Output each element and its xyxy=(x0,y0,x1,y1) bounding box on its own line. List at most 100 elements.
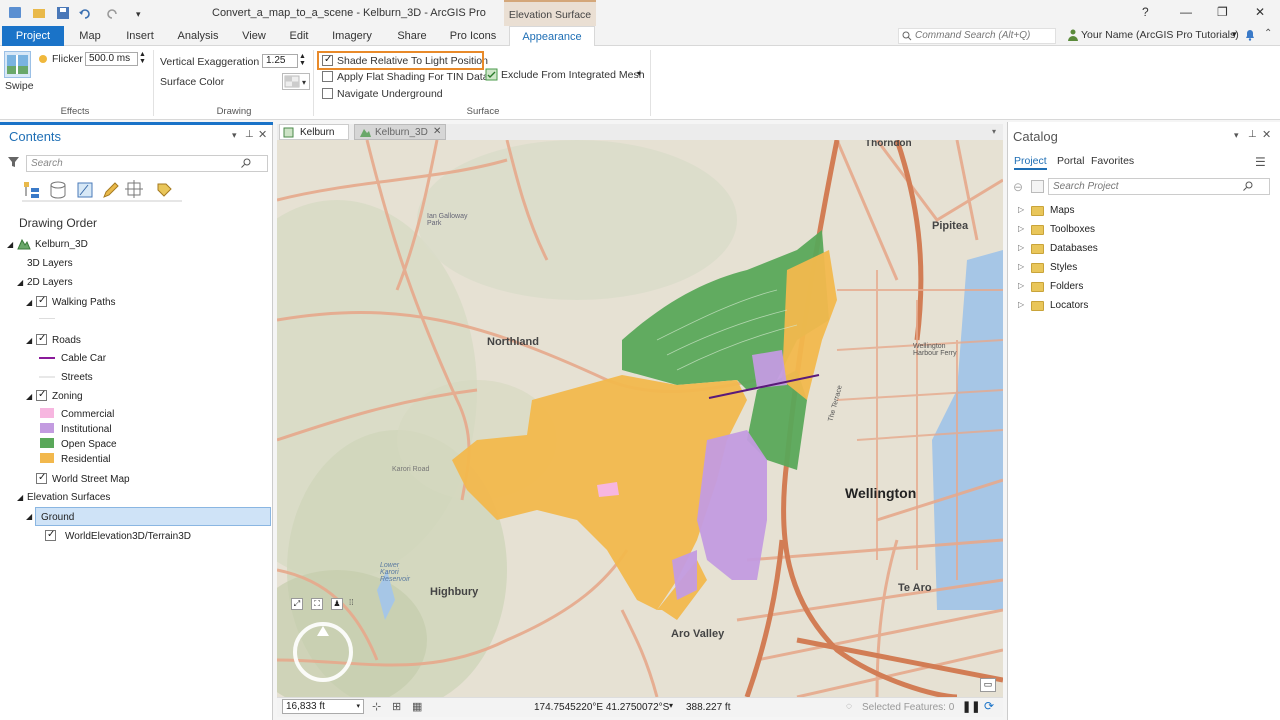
pin-icon[interactable]: ⊥ xyxy=(245,129,254,140)
ribbon-collapse-icon[interactable]: ⌃ xyxy=(1264,28,1272,39)
expand-icon[interactable]: ▷ xyxy=(1018,243,1024,252)
zoning-layer[interactable]: Zoning xyxy=(52,391,83,402)
expand-icon[interactable]: ▷ xyxy=(1018,281,1024,290)
undo-icon[interactable] xyxy=(79,9,90,19)
notification-icon[interactable] xyxy=(1244,29,1256,41)
new-project-icon[interactable] xyxy=(9,7,21,18)
catalog-item-styles[interactable]: Styles xyxy=(1050,262,1077,273)
help-button[interactable]: ? xyxy=(1142,5,1149,19)
tab-map[interactable]: Map xyxy=(72,26,108,46)
roads-checkbox[interactable] xyxy=(36,334,47,345)
tab-kelburn[interactable]: Kelburn xyxy=(279,124,349,140)
pane-menu-icon[interactable]: ▾ xyxy=(1234,130,1239,141)
swipe-button[interactable] xyxy=(4,51,31,78)
world-street-map-checkbox[interactable] xyxy=(36,473,47,484)
flat-shading-checkbox[interactable] xyxy=(322,71,333,82)
expand-icon[interactable]: ▷ xyxy=(1018,224,1024,233)
pane-menu-icon[interactable]: ▾ xyxy=(232,130,237,141)
catalog-item-locators[interactable]: Locators xyxy=(1050,300,1088,311)
walking-paths-layer[interactable]: Walking Paths xyxy=(52,297,116,308)
map-tips-icon[interactable]: ▭ xyxy=(980,678,996,692)
catalog-tab-portal[interactable]: Portal xyxy=(1057,155,1084,167)
navigate-underground-checkbox[interactable] xyxy=(322,88,333,99)
catalog-item-toolboxes[interactable]: Toolboxes xyxy=(1050,224,1095,235)
location-icon[interactable] xyxy=(1031,180,1044,193)
close-pane-icon[interactable]: ✕ xyxy=(1262,128,1271,141)
catalog-tab-favorites[interactable]: Favorites xyxy=(1091,155,1134,167)
close-pane-icon[interactable]: ✕ xyxy=(258,128,267,141)
expand-icon[interactable]: ◢ xyxy=(26,298,32,307)
catalog-menu-icon[interactable]: ☰ xyxy=(1255,155,1266,169)
tab-project[interactable]: Project xyxy=(2,26,64,46)
refresh-icon[interactable]: ⟳ xyxy=(984,699,994,713)
vertical-exaggeration-stepper[interactable]: ▲ ▼ xyxy=(299,53,306,67)
exclude-mesh-dropdown-icon[interactable]: ▾ xyxy=(637,69,641,78)
list-by-editing-icon[interactable] xyxy=(103,182,119,198)
world-street-map-layer[interactable]: World Street Map xyxy=(52,474,130,485)
pin-icon[interactable]: ⊥ xyxy=(1248,129,1257,140)
flat-shading-label[interactable]: Apply Flat Shading For TIN Data xyxy=(337,71,489,83)
user-dropdown-icon[interactable]: ▾ xyxy=(1232,29,1237,40)
catalog-item-databases[interactable]: Databases xyxy=(1050,243,1098,254)
expand-icon[interactable]: ◢ xyxy=(26,392,32,401)
walking-paths-checkbox[interactable] xyxy=(36,296,47,307)
expand-icon[interactable]: ◢ xyxy=(17,493,23,502)
pause-drawing-icon[interactable]: ❚❚ xyxy=(962,700,980,713)
filter-icon[interactable] xyxy=(8,157,19,168)
surface-color-picker[interactable]: ▾ xyxy=(282,73,310,90)
first-person-icon[interactable]: ♟ xyxy=(331,598,343,610)
expand-icon[interactable]: ◢ xyxy=(26,336,32,345)
save-icon[interactable] xyxy=(57,7,69,19)
grid-icon[interactable]: ⊞ xyxy=(392,700,401,713)
catalog-item-folders[interactable]: Folders xyxy=(1050,281,1083,292)
roads-layer[interactable]: Roads xyxy=(52,335,81,346)
more-nav-icon[interactable]: ⁞⁞ xyxy=(349,598,353,607)
list-by-selection-icon[interactable] xyxy=(77,182,93,198)
restore-button[interactable]: ❐ xyxy=(1217,5,1228,19)
tab-insert[interactable]: Insert xyxy=(120,26,160,46)
map-canvas[interactable]: ⤢ ⛶ ♟ ⁞⁞ ▭ Thorndon Pipitea Northland We… xyxy=(277,140,1003,697)
expand-icon[interactable]: ▷ xyxy=(1018,300,1024,309)
redo-icon[interactable] xyxy=(107,9,117,19)
snapping-icon[interactable]: ⊹ xyxy=(372,700,381,713)
command-search-input[interactable]: Command Search (Alt+Q) xyxy=(898,28,1056,44)
open-project-icon[interactable] xyxy=(33,9,45,18)
tab-appearance[interactable]: Appearance xyxy=(509,26,595,47)
tab-edit[interactable]: Edit xyxy=(284,26,314,46)
expand-icon[interactable]: ▷ xyxy=(1018,262,1024,271)
catalog-tab-project[interactable]: Project xyxy=(1014,155,1047,170)
list-by-drawing-order-icon[interactable] xyxy=(24,182,39,198)
tab-kelburn-3d[interactable]: Kelburn_3D ✕ xyxy=(354,124,446,140)
fixed-zoom-icon[interactable]: ⛶ xyxy=(311,598,323,610)
exclude-mesh-button[interactable]: Exclude From Integrated Mesh xyxy=(501,69,645,81)
flicker-stepper[interactable]: ▲ ▼ xyxy=(139,51,146,65)
minimize-button[interactable]: — xyxy=(1180,5,1192,19)
tab-view[interactable]: View xyxy=(236,26,272,46)
catalog-item-maps[interactable]: Maps xyxy=(1050,205,1074,216)
navigate-underground-label[interactable]: Navigate Underground xyxy=(337,88,443,100)
expand-icon[interactable]: ◢ xyxy=(7,240,13,249)
terrain-source[interactable]: WorldElevation3D/Terrain3D xyxy=(65,531,191,542)
user-name[interactable]: Your Name (ArcGIS Pro Tutorials) xyxy=(1081,29,1239,41)
full-extent-icon[interactable]: ⤢ xyxy=(291,598,303,610)
ground-surface[interactable]: Ground xyxy=(41,512,74,523)
flicker-interval-input[interactable]: 500.0 ms xyxy=(85,52,138,66)
zoning-checkbox[interactable] xyxy=(36,390,47,401)
expand-icon[interactable]: ◢ xyxy=(17,278,23,287)
close-tab-icon[interactable]: ✕ xyxy=(433,126,441,137)
list-by-snapping-icon[interactable] xyxy=(125,180,143,198)
tab-pro-icons[interactable]: Pro Icons xyxy=(446,26,500,46)
scale-selector[interactable]: 16,833 ft ▾ xyxy=(282,699,364,714)
tab-imagery[interactable]: Imagery xyxy=(326,26,378,46)
contents-search-input[interactable]: Search xyxy=(26,155,268,172)
list-by-labeling-icon[interactable] xyxy=(157,183,172,197)
expand-icon[interactable]: ▷ xyxy=(1018,205,1024,214)
coordinate-format-dropdown-icon[interactable]: ▾ xyxy=(669,701,673,710)
scene-name[interactable]: Kelburn_3D xyxy=(35,239,88,250)
back-icon[interactable]: ⊖ xyxy=(1013,180,1023,194)
table-icon[interactable]: ▦ xyxy=(412,700,422,713)
layers-3d-category[interactable]: 3D Layers xyxy=(27,258,73,269)
tab-list-dropdown-icon[interactable]: ▾ xyxy=(992,127,996,136)
tab-analysis[interactable]: Analysis xyxy=(172,26,224,46)
close-button[interactable]: ✕ xyxy=(1255,5,1265,19)
